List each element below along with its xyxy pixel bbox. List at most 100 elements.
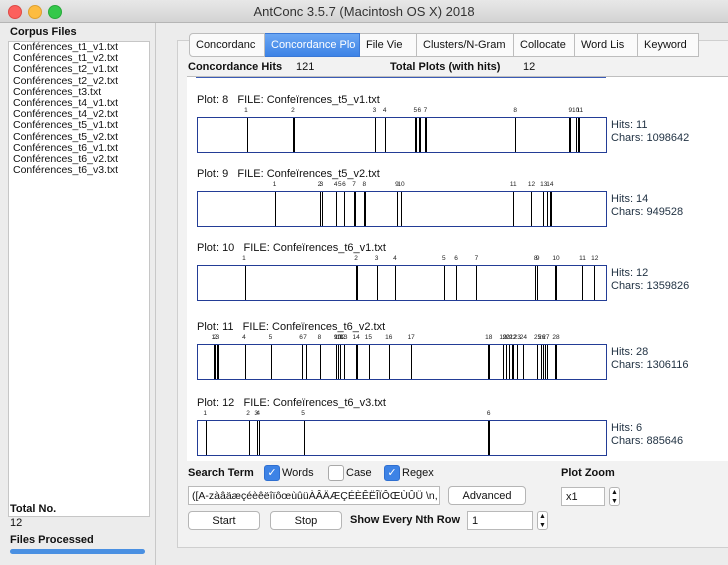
case-checkbox[interactable] <box>328 465 344 481</box>
hit-index-label: 3 <box>374 255 379 262</box>
hit-marker <box>384 118 387 152</box>
nth-row-stepper[interactable]: ▲ ▼ <box>537 511 548 530</box>
hit-marker <box>344 345 346 379</box>
search-term-input[interactable]: ([A-zàâäæçéèêëîïôœùûüÀÂÄÆÇÉÈÊËÎÏÔŒÙÛÜ \n… <box>188 486 440 505</box>
hit-marker <box>364 192 366 226</box>
hit-index-label: 1 <box>203 410 207 417</box>
total-plots-value: 12 <box>523 61 536 73</box>
plot-chars-count: Chars: 949528 <box>611 206 684 218</box>
tab-collocate[interactable]: Collocate <box>514 33 575 57</box>
hit-index-label: 1 <box>244 107 248 114</box>
plot-barcode[interactable] <box>197 117 607 153</box>
hit-marker <box>368 345 370 379</box>
plot-zoom-select[interactable]: x1 <box>561 487 605 506</box>
hit-index-label: 4 <box>333 181 338 188</box>
hit-index-label: 24 <box>519 334 528 341</box>
hit-index-label: 5 <box>268 334 273 341</box>
hit-index-label: 6 <box>342 181 346 188</box>
tab-word-lis[interactable]: Word Lis <box>575 33 638 57</box>
hit-marker <box>555 266 557 300</box>
hit-index-label: 16 <box>385 334 393 341</box>
plot-title: Plot: 11 FILE: Confeïrences_t6_v2.txt <box>197 321 385 333</box>
tab-file-vie[interactable]: File Vie <box>360 33 417 57</box>
hit-index-label: 6 <box>299 334 303 341</box>
plot-chars-count: Chars: 885646 <box>611 435 684 447</box>
plot-tick-labels: 1 2 3 4 5 6 7 8 9 10 11 <box>197 107 607 117</box>
plot-barcode[interactable] <box>197 265 607 301</box>
hit-index-label: 8 <box>317 334 322 341</box>
plot-barcode[interactable] <box>197 191 607 227</box>
hit-marker <box>411 345 413 379</box>
hit-marker <box>301 345 303 379</box>
hit-index-label: 11 <box>509 181 517 188</box>
hit-marker <box>344 192 346 226</box>
nth-row-input[interactable]: 1 <box>467 511 533 530</box>
hit-marker <box>537 345 539 379</box>
hit-marker <box>516 345 518 379</box>
corpus-file-item[interactable]: Conférences_t5_v1.txt <box>9 120 149 131</box>
plot-zoom-stepper[interactable]: ▲ ▼ <box>609 487 620 506</box>
hit-marker <box>476 266 478 300</box>
plot-chars-count: Chars: 1359826 <box>611 280 690 292</box>
tab-concordanc[interactable]: Concordanc <box>189 33 265 57</box>
plot-tick-labels: 1 2 3 4 5 6 7 8 9 10 11 12 13 14 <box>197 181 607 191</box>
hit-index-label: 15 <box>364 334 372 341</box>
hit-index-label: 13 <box>340 334 348 341</box>
hit-marker <box>293 118 295 152</box>
plot-title: Plot: 8 FILE: Confeïrences_t5_v1.txt <box>197 94 380 106</box>
hit-marker <box>321 192 324 226</box>
progress-fill <box>10 549 145 554</box>
concordance-hits-label: Concordance Hits <box>188 61 283 73</box>
plot-file-name: FILE: Confeïrences_t6_v1.txt <box>243 242 386 254</box>
regex-label: Regex <box>402 467 434 479</box>
tab-concordance-plo[interactable]: Concordance Plo <box>265 33 360 57</box>
corpus-files-heading: Corpus Files <box>10 26 77 38</box>
hit-marker <box>537 266 539 300</box>
hit-index-label: 2 <box>246 410 250 417</box>
regex-checkbox[interactable]: ✓ <box>384 465 400 481</box>
hit-marker <box>419 118 421 152</box>
corpus-file-list[interactable]: Conférences_t1_v1.txt Conférences_t1_v2.t… <box>8 41 150 517</box>
hit-marker <box>514 118 516 152</box>
plot-barcode[interactable] <box>197 420 607 456</box>
plot-separator-line <box>196 77 606 78</box>
concordance-plot-area[interactable]: Plot: 8 FILE: Confeïrences_t5_v1.txt 1 2 3 4… <box>187 76 728 461</box>
hit-marker <box>530 192 533 226</box>
hit-marker <box>246 118 249 152</box>
hit-index-label: 6 <box>454 255 458 262</box>
stop-button[interactable]: Stop <box>270 511 342 530</box>
hit-marker <box>443 266 445 300</box>
tab-keyword[interactable]: Keyword <box>638 33 699 57</box>
hit-marker <box>502 345 504 379</box>
hit-index-label: 12 <box>591 255 599 262</box>
hit-marker <box>356 266 358 300</box>
hit-marker <box>206 421 208 455</box>
start-button[interactable]: Start <box>188 511 260 530</box>
hit-marker <box>271 345 273 379</box>
hit-index-label: 5 <box>337 181 342 188</box>
plot-file-name: FILE: Confeïrences_t6_v2.txt <box>242 321 386 333</box>
corpus-file-item[interactable]: Conférences_t2_v1.txt <box>9 64 149 75</box>
hit-marker <box>336 192 338 226</box>
plot-zoom-label: Plot Zoom <box>561 467 615 479</box>
files-processed-label: Files Processed <box>10 534 94 546</box>
hit-marker <box>354 192 356 226</box>
hit-marker <box>505 345 508 379</box>
total-plots-label: Total Plots (with hits) <box>390 61 501 73</box>
words-checkbox[interactable]: ✓ <box>264 465 280 481</box>
total-no-label: Total No. <box>10 503 57 515</box>
concordance-plot: Plot: 11 FILE: Confeïrences_t6_v2.txt 1 2 3… <box>187 321 728 383</box>
hit-index-label: 7 <box>423 107 428 114</box>
hit-index-label: 3 <box>372 107 377 114</box>
advanced-button[interactable]: Advanced <box>448 486 526 505</box>
plot-barcode[interactable] <box>197 344 607 380</box>
concordance-hits-value: 121 <box>296 61 315 73</box>
hit-index-label: 10 <box>552 255 560 262</box>
hit-index-label: 5 <box>413 107 418 114</box>
hit-marker <box>248 421 251 455</box>
plot-tick-labels: 123456 <box>197 410 607 420</box>
corpus-file-item[interactable]: Conférences_t6_v3.txt <box>9 165 149 176</box>
tab-clusters-n-gram[interactable]: Clusters/N-Gram <box>417 33 514 57</box>
